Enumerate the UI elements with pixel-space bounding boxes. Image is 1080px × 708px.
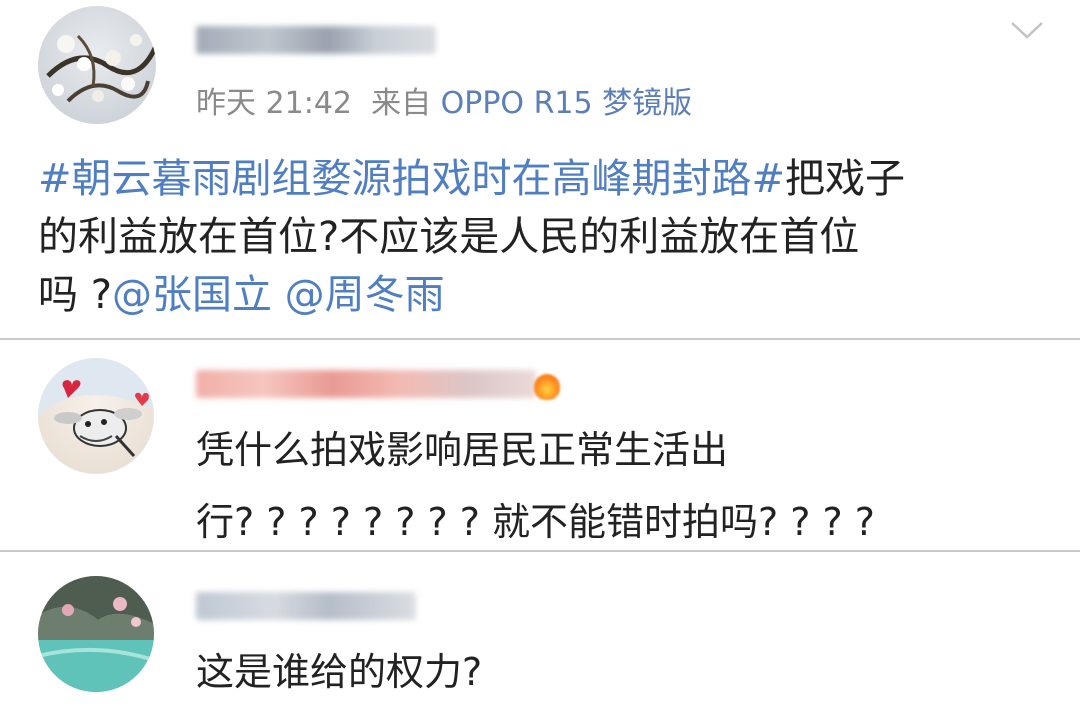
post-hashtag-link[interactable]: #朝云暮雨剧组婺源拍戏时在高峰期封路# <box>38 156 785 202</box>
post-text-part: 吗 ? <box>38 272 112 318</box>
post-meta: 昨天 21:42 来自 OPPO R15 梦镜版 <box>196 78 692 122</box>
post-author-avatar[interactable] <box>38 6 156 124</box>
post-author-name[interactable] <box>196 26 436 54</box>
fire-badge-icon <box>534 374 560 400</box>
post-line-2: 的利益放在首位?不应该是人民的利益放在首位 <box>38 214 860 260</box>
post-line-1: #朝云暮雨剧组婺源拍戏时在高峰期封路#把戏子 <box>38 150 1048 208</box>
post-source-prefix: 来自 <box>371 86 432 121</box>
post-line-3: 吗 ?@张国立 @周冬雨 <box>38 266 1048 324</box>
commenter-name[interactable] <box>196 370 536 398</box>
mention-link[interactable]: @周冬雨 <box>285 272 445 318</box>
commenter-avatar[interactable] <box>38 576 154 692</box>
commenter-avatar[interactable] <box>38 358 154 474</box>
comment-body: 凭什么拍戏影响居民正常生活出 行? ? ? ? ? ? ? ? 就不能错时拍吗?… <box>196 414 1056 558</box>
comment-item: 凭什么拍戏影响居民正常生活出 行? ? ? ? ? ? ? ? 就不能错时拍吗?… <box>0 340 1080 550</box>
weibo-post: 昨天 21:42 来自 OPPO R15 梦镜版 #朝云暮雨剧组婺源拍戏时在高峰… <box>0 0 1080 338</box>
comment-body: 这是谁给的权力? <box>196 636 1056 708</box>
chevron-down-icon[interactable] <box>1010 20 1044 40</box>
mention-link[interactable]: @张国立 <box>112 272 272 318</box>
post-text-part: 把戏子 <box>785 156 906 202</box>
post-device-link[interactable]: OPPO R15 梦镜版 <box>441 86 693 121</box>
post-body: #朝云暮雨剧组婺源拍戏时在高峰期封路#把戏子 的利益放在首位?不应该是人民的利益… <box>38 150 1048 324</box>
comment-item: 这是谁给的权力? <box>0 552 1080 701</box>
comment-line-1: 凭什么拍戏影响居民正常生活出 <box>196 428 729 472</box>
post-time: 昨天 21:42 <box>196 86 352 121</box>
commenter-name[interactable] <box>196 592 416 620</box>
comment-line-2: 行? ? ? ? ? ? ? ? 就不能错时拍吗? ? ? ? <box>196 500 875 544</box>
comment-line-1: 这是谁给的权力? <box>196 650 483 694</box>
